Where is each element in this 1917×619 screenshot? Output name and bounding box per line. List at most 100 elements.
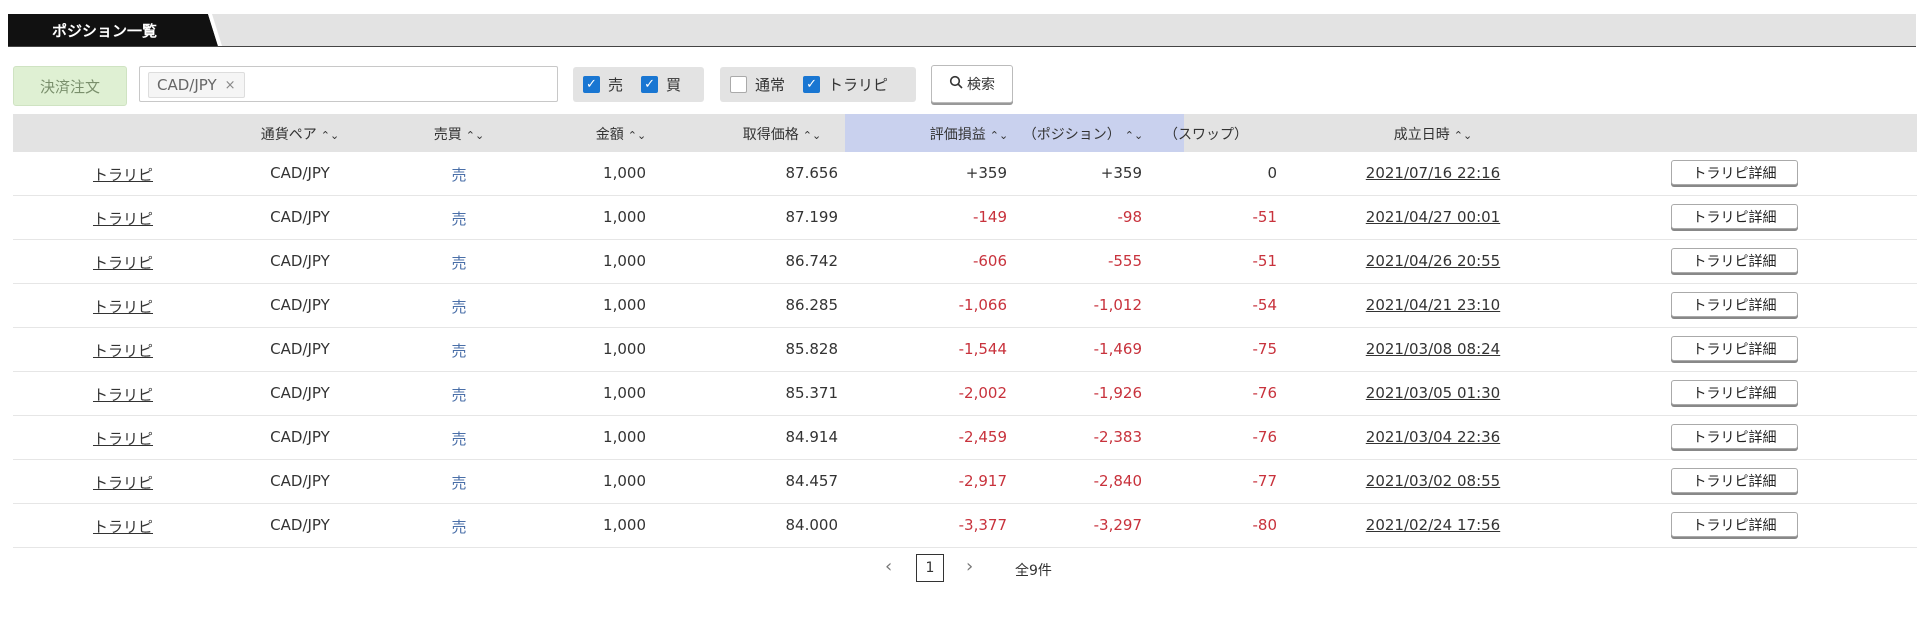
cell-type[interactable]: トラリピ <box>93 164 153 185</box>
prev-page-icon[interactable]: ‹ <box>885 556 892 577</box>
cell-position: +359 <box>1100 164 1142 182</box>
cell-price: 86.742 <box>785 252 839 270</box>
cell-type[interactable]: トラリピ <box>93 384 153 405</box>
cell-amount: 1,000 <box>603 472 646 490</box>
page-number-current[interactable]: 1 <box>916 554 944 582</box>
cell-price: 86.285 <box>785 296 839 314</box>
cell-position: -2,840 <box>1093 472 1142 490</box>
trarepi-detail-button[interactable]: トラリピ詳細 <box>1671 292 1798 317</box>
next-page-icon[interactable]: › <box>966 556 973 577</box>
cell-date[interactable]: 2021/04/26 20:55 <box>1366 252 1500 270</box>
currency-filter-input[interactable]: CAD/JPY × <box>139 66 558 102</box>
header-pnl[interactable]: 評価損益 ⌃⌄ <box>930 124 1008 144</box>
cell-swap: -51 <box>1252 252 1278 270</box>
cell-pair: CAD/JPY <box>270 428 330 446</box>
total-count: 全9件 <box>1015 563 1052 579</box>
cell-swap: -76 <box>1252 428 1278 446</box>
cell-type[interactable]: トラリピ <box>93 296 153 317</box>
buy-checkbox-label: 買 <box>666 76 682 94</box>
cell-price: 84.457 <box>785 472 839 490</box>
header-side[interactable]: 売買 ⌃⌄ <box>434 124 484 144</box>
table-row: トラリピ CAD/JPY 売 1,000 87.656 +359 +359 0 2021/07/… <box>13 152 1917 196</box>
trarepi-checkbox-label: トラリピ <box>828 76 889 94</box>
cell-side: 売 <box>451 298 467 316</box>
settle-order-button[interactable]: 決済注文 <box>13 66 127 106</box>
header-date[interactable]: 成立日時 ⌃⌄ <box>1394 124 1472 144</box>
cell-side: 売 <box>451 210 467 228</box>
trarepi-detail-button[interactable]: トラリピ詳細 <box>1671 468 1798 493</box>
sell-checkbox-label: 売 <box>608 76 624 94</box>
trarepi-detail-button[interactable]: トラリピ詳細 <box>1671 204 1798 229</box>
trarepi-detail-button[interactable]: トラリピ詳細 <box>1671 380 1798 405</box>
table-row: トラリピ CAD/JPY 売 1,000 84.000 -3,377 -3,297 -80 20… <box>13 504 1917 548</box>
cell-pnl: +359 <box>965 164 1007 182</box>
trarepi-detail-button[interactable]: トラリピ詳細 <box>1671 160 1798 185</box>
cell-date[interactable]: 2021/03/04 22:36 <box>1366 428 1500 446</box>
search-button[interactable]: 検索 <box>931 65 1013 103</box>
sort-icon: ⌃⌄ <box>627 129 647 142</box>
table-row: トラリピ CAD/JPY 売 1,000 84.914 -2,459 -2,383 -76 20… <box>13 416 1917 460</box>
table-body: トラリピ CAD/JPY 売 1,000 87.656 +359 +359 0 2021/07/… <box>13 152 1917 548</box>
buysell-filter-group: ✓ 売 ✓ 買 <box>573 67 704 102</box>
table-row: トラリピ CAD/JPY 売 1,000 85.828 -1,544 -1,469 -75 20… <box>13 328 1917 372</box>
title-bar: ポジション一覧 <box>8 14 1916 47</box>
cell-position: -98 <box>1117 208 1143 226</box>
cell-pair: CAD/JPY <box>270 340 330 358</box>
cell-swap: -54 <box>1252 296 1278 314</box>
checkmark-icon: ✓ <box>641 76 659 93</box>
buy-checkbox[interactable]: ✓ 買 <box>641 74 681 95</box>
header-price[interactable]: 取得価格 ⌃⌄ <box>743 124 821 144</box>
cell-pnl: -606 <box>972 252 1007 270</box>
sell-checkbox[interactable]: ✓ 売 <box>583 74 623 95</box>
cell-date[interactable]: 2021/07/16 22:16 <box>1366 164 1500 182</box>
search-icon <box>949 75 963 93</box>
trarepi-detail-button[interactable]: トラリピ詳細 <box>1671 336 1798 361</box>
cell-side: 売 <box>451 518 467 536</box>
cell-date[interactable]: 2021/03/08 08:24 <box>1366 340 1500 358</box>
header-swap: （スワップ） <box>1164 127 1248 143</box>
trarepi-detail-button[interactable]: トラリピ詳細 <box>1671 248 1798 273</box>
cell-date[interactable]: 2021/04/21 23:10 <box>1366 296 1500 314</box>
cell-swap: -75 <box>1252 340 1278 358</box>
cell-type[interactable]: トラリピ <box>93 428 153 449</box>
checkmark-icon: ✓ <box>583 76 600 93</box>
cell-price: 85.371 <box>785 384 839 402</box>
cell-amount: 1,000 <box>603 164 646 182</box>
chip-remove-icon[interactable]: × <box>225 78 236 93</box>
cell-type[interactable]: トラリピ <box>93 340 153 361</box>
cell-price: 87.656 <box>785 164 839 182</box>
trarepi-detail-button[interactable]: トラリピ詳細 <box>1671 512 1798 537</box>
normal-checkbox-label: 通常 <box>755 76 786 94</box>
trarepi-checkbox[interactable]: ✓ トラリピ <box>803 74 888 95</box>
cell-date[interactable]: 2021/03/05 01:30 <box>1366 384 1500 402</box>
cell-price: 87.199 <box>785 208 839 226</box>
cell-position: -1,469 <box>1093 340 1142 358</box>
cell-type[interactable]: トラリピ <box>93 516 153 537</box>
order-kind-filter-group: 通常 ✓ トラリピ <box>720 67 916 102</box>
cell-pnl: -149 <box>972 208 1007 226</box>
chip-label: CAD/JPY <box>157 76 217 94</box>
cell-type[interactable]: トラリピ <box>93 208 153 229</box>
header-amount[interactable]: 金額 ⌃⌄ <box>596 124 646 144</box>
cell-date[interactable]: 2021/04/27 00:01 <box>1366 208 1500 226</box>
cell-amount: 1,000 <box>603 516 646 534</box>
cell-type[interactable]: トラリピ <box>93 252 153 273</box>
cell-pair: CAD/JPY <box>270 208 330 226</box>
cell-side: 売 <box>451 342 467 360</box>
cell-pair: CAD/JPY <box>270 296 330 314</box>
table-header: 通貨ペア ⌃⌄ 売買 ⌃⌄ 金額 ⌃⌄ 取得価格 ⌃⌄ 評価損益 ⌃⌄ （ポジション） ⌃⌄… <box>13 114 1917 152</box>
cell-type[interactable]: トラリピ <box>93 472 153 493</box>
pagination: ‹ 1 › 全9件 <box>0 553 1917 585</box>
normal-checkbox[interactable]: 通常 <box>730 74 785 95</box>
cell-swap: -77 <box>1252 472 1278 490</box>
cell-amount: 1,000 <box>603 340 646 358</box>
cell-date[interactable]: 2021/02/24 17:56 <box>1366 516 1500 534</box>
header-pair[interactable]: 通貨ペア ⌃⌄ <box>261 124 339 144</box>
cell-date[interactable]: 2021/03/02 08:55 <box>1366 472 1500 490</box>
cell-amount: 1,000 <box>603 428 646 446</box>
checkmark-icon: ✓ <box>803 76 821 93</box>
cell-swap: -80 <box>1252 516 1278 534</box>
table-row: トラリピ CAD/JPY 売 1,000 84.457 -2,917 -2,840 -77 20… <box>13 460 1917 504</box>
header-position[interactable]: （ポジション） ⌃⌄ <box>1023 124 1143 144</box>
trarepi-detail-button[interactable]: トラリピ詳細 <box>1671 424 1798 449</box>
